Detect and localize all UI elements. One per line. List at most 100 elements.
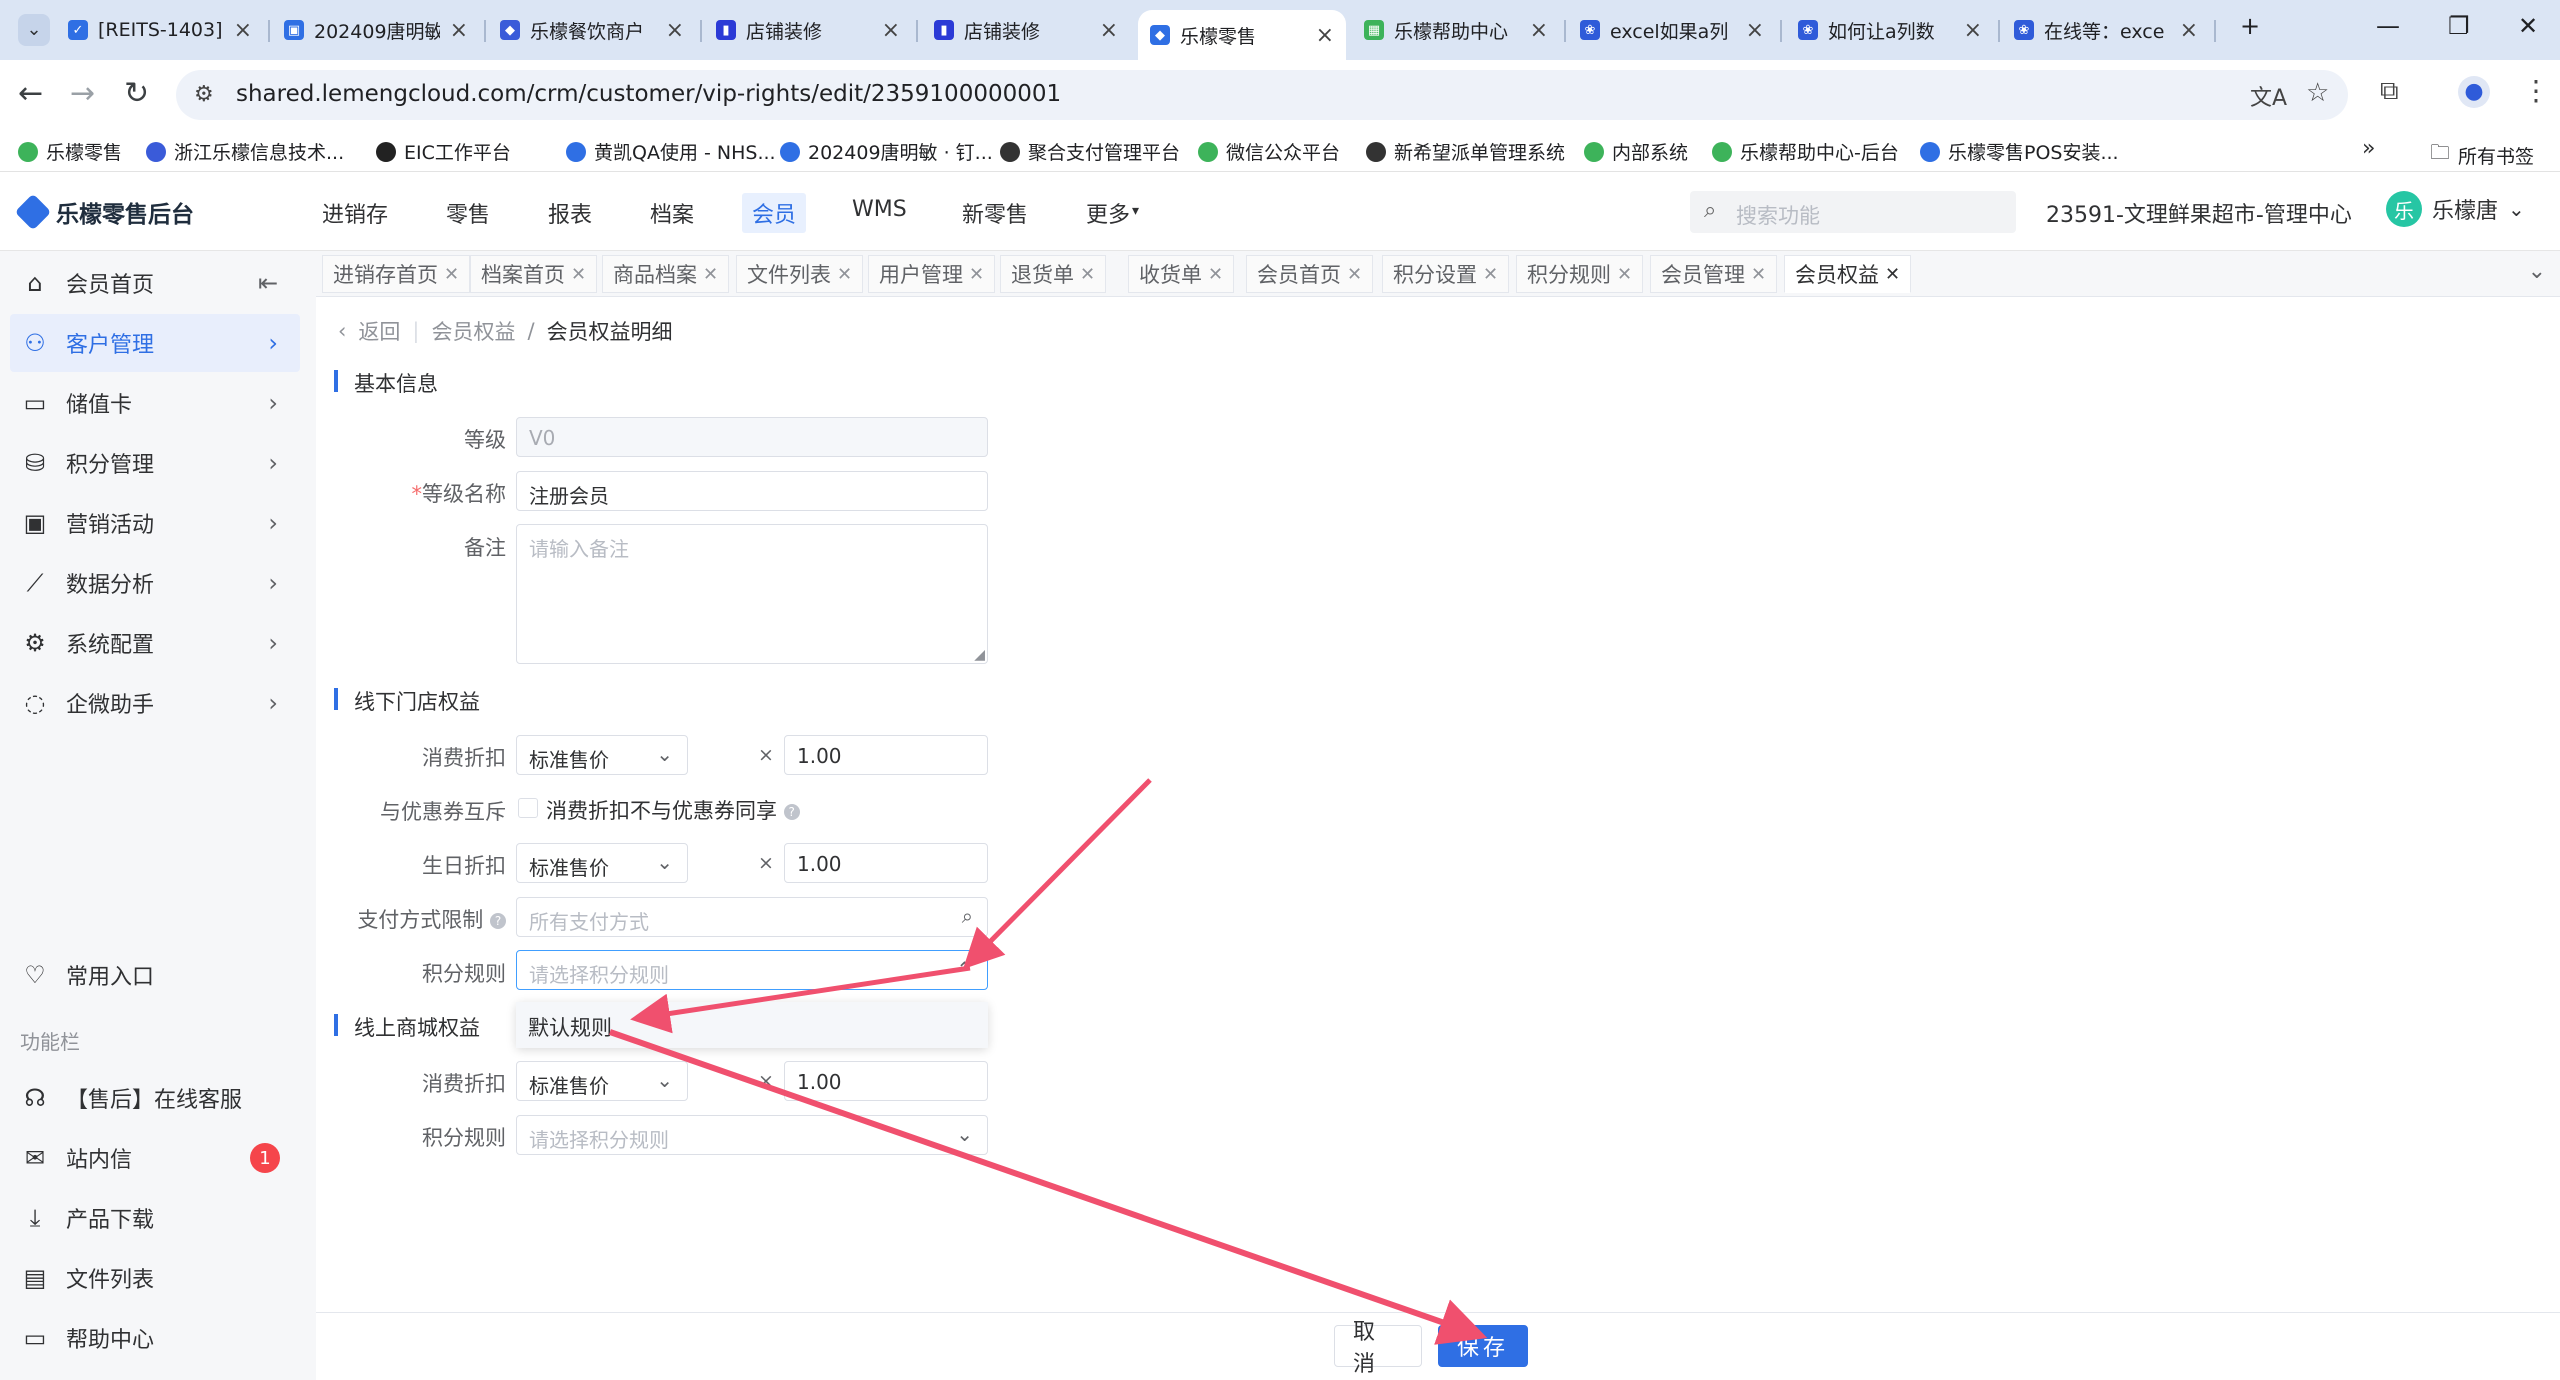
close-tab-icon[interactable]: ✕ [1347, 264, 1362, 285]
browser-tab[interactable]: ◆ 乐檬餐饮商户 × [488, 8, 696, 52]
content-tab[interactable]: 会员管理 ✕ [1650, 255, 1778, 293]
close-tab-icon[interactable]: × [882, 18, 900, 43]
sidebar-item[interactable]: ⚇ 客户管理 › [10, 314, 300, 372]
birthday-rate-input[interactable]: 1.00 [784, 843, 988, 883]
browser-tab[interactable]: ◆ 乐檬零售 × [1138, 10, 1346, 60]
tool-item[interactable]: ▤ 文件列表 [0, 1249, 300, 1307]
all-bookmarks[interactable]: 🗀 所有书签 [2430, 138, 2534, 172]
birthday-discount-select[interactable]: 标准售价 ⌄ [516, 843, 688, 883]
bookmark-item[interactable]: 微信公众平台 [1198, 138, 1340, 165]
help-icon[interactable]: ? [783, 804, 800, 820]
online-discount-rate-input[interactable]: 1.00 [784, 1061, 988, 1101]
content-tab[interactable]: 用户管理 ✕ [868, 255, 996, 293]
sidebar-item[interactable]: ⟋ 数据分析 › [0, 554, 300, 612]
function-search-input[interactable]: ⌕ 搜索功能 [1690, 191, 2016, 233]
top-menu-item[interactable]: 档案 [650, 197, 694, 229]
coupon-exclusive-text[interactable]: 消费折扣不与优惠券同享 ? [546, 795, 800, 825]
bookmark-item[interactable]: 新希望派单管理系统 [1366, 138, 1565, 165]
restore-button[interactable]: ❐ [2448, 12, 2470, 40]
content-tab[interactable]: 会员首页 ✕ [1246, 255, 1374, 293]
content-tab[interactable]: 收货单 ✕ [1128, 255, 1235, 293]
browser-tab[interactable]: ▣ 202409唐明敏 × [272, 8, 480, 52]
close-tab-icon[interactable]: ✕ [1208, 264, 1223, 285]
close-tab-icon[interactable]: × [666, 18, 684, 43]
bookmark-item[interactable]: 浙江乐檬信息技术... [146, 138, 344, 165]
bookmark-item[interactable]: 聚合支付管理平台 [1000, 138, 1180, 165]
back-chevron-icon[interactable]: ‹ [338, 319, 346, 343]
payment-method-select[interactable]: 所有支付方式 ⌕ [516, 897, 988, 937]
browser-tab[interactable]: ▮ 店铺装修 × [922, 8, 1130, 52]
tool-item[interactable]: ▭ 帮助中心 [0, 1309, 300, 1367]
save-button[interactable]: 保存 [1438, 1325, 1528, 1367]
profile-icon[interactable]: ● [2458, 76, 2490, 108]
translate-icon[interactable]: 文A [2250, 80, 2287, 112]
resize-handle-icon[interactable]: ◢ [974, 647, 985, 663]
app-logo[interactable]: 乐檬零售后台 [14, 193, 194, 231]
forward-arrow-icon[interactable]: → [70, 76, 95, 111]
browser-tab[interactable]: ✓ [REITS-1403] × [56, 8, 264, 52]
discount-select[interactable]: 标准售价 ⌄ [516, 735, 688, 775]
content-tab[interactable]: 档案首页 ✕ [470, 255, 598, 293]
top-menu-item[interactable]: 会员 [742, 193, 807, 233]
close-tab-icon[interactable]: ✕ [703, 264, 718, 285]
content-tab[interactable]: 商品档案 ✕ [602, 255, 730, 293]
breadcrumb-parent[interactable]: 会员权益 [431, 316, 515, 346]
close-tab-icon[interactable]: × [1530, 18, 1548, 43]
content-tab[interactable]: 积分设置 ✕ [1382, 255, 1510, 293]
level-name-field[interactable]: 注册会员 [516, 471, 988, 511]
bookmark-item[interactable]: 内部系统 [1584, 138, 1688, 165]
content-tab[interactable]: 文件列表 ✕ [736, 255, 864, 293]
close-tab-icon[interactable]: × [1746, 18, 1764, 43]
minimize-button[interactable]: — [2376, 12, 2400, 40]
tab-search-chevron-icon[interactable]: ⌄ [18, 14, 50, 46]
close-tab-icon[interactable]: ✕ [969, 264, 984, 285]
dropdown-option-default-rule[interactable]: 默认规则 [516, 1002, 988, 1048]
cancel-button[interactable]: 取消 [1334, 1320, 1422, 1377]
top-menu-item[interactable]: 更多 [1086, 197, 1130, 229]
close-tab-icon[interactable]: × [1316, 23, 1334, 48]
omnibox[interactable]: ⚙ shared.lemengcloud.com/crm/customer/vi… [176, 70, 2348, 120]
top-menu-item[interactable]: 新零售 [962, 197, 1028, 229]
content-tab[interactable]: 进销存首页 ✕ [322, 255, 471, 293]
close-tab-icon[interactable]: ✕ [837, 264, 852, 285]
favorites-entry[interactable]: ♡ 常用入口 [0, 946, 300, 1004]
online-discount-select[interactable]: 标准售价 ⌄ [516, 1061, 688, 1101]
browser-tab[interactable]: ▮ 店铺装修 × [704, 8, 912, 52]
browser-tab[interactable]: ❀ 在线等：exce × [2002, 8, 2210, 52]
new-tab-button[interactable]: + [2240, 12, 2260, 40]
top-menu-item[interactable]: 零售 [446, 197, 490, 229]
org-name[interactable]: 23591-文理鲜果超市-管理中心 [2046, 197, 2352, 229]
close-window-button[interactable]: ✕ [2518, 12, 2538, 40]
close-tab-icon[interactable]: × [1964, 18, 1982, 43]
tabs-more-chevron-icon[interactable]: ⌄ [2528, 259, 2546, 284]
sidebar-item[interactable]: ◌ 企微助手 › [0, 674, 300, 732]
close-tab-icon[interactable]: ✕ [1617, 264, 1632, 285]
close-tab-icon[interactable]: × [1100, 18, 1118, 43]
site-info-icon[interactable]: ⚙ [194, 82, 214, 107]
content-tab[interactable]: 退货单 ✕ [1000, 255, 1107, 293]
help-icon[interactable]: ? [490, 913, 506, 929]
browser-tab[interactable]: ❀ excel如果a列 × [1568, 8, 1776, 52]
close-tab-icon[interactable]: ✕ [1080, 264, 1095, 285]
url-text[interactable]: shared.lemengcloud.com/crm/customer/vip-… [236, 81, 1061, 107]
close-tab-icon[interactable]: × [2180, 18, 2198, 43]
collapse-sidebar-icon[interactable]: ⇤ [258, 269, 278, 297]
close-tab-icon[interactable]: ✕ [571, 264, 586, 285]
bookmark-star-icon[interactable]: ☆ [2306, 78, 2329, 108]
content-tab[interactable]: 积分规则 ✕ [1516, 255, 1644, 293]
points-rule-select[interactable]: 请选择积分规则 ⌃ [516, 950, 988, 990]
sidebar-item[interactable]: ⛁ 积分管理 › [0, 434, 300, 492]
sidebar-item[interactable]: ▣ 营销活动 › [0, 494, 300, 552]
bookmark-item[interactable]: 乐檬零售POS安装... [1920, 138, 2119, 165]
coupon-exclusive-checkbox[interactable] [518, 798, 538, 818]
close-tab-icon[interactable]: ✕ [444, 264, 459, 285]
user-menu[interactable]: 乐 乐檬唐 ⌄ [2386, 191, 2525, 227]
bookmark-item[interactable]: 乐檬零售 [18, 138, 122, 165]
discount-rate-input[interactable]: 1.00 [784, 735, 988, 775]
sidebar-item[interactable]: ⚙ 系统配置 › [0, 614, 300, 672]
bookmark-item[interactable]: 202409唐明敏 · 钉... [780, 138, 993, 165]
close-tab-icon[interactable]: ✕ [1751, 264, 1766, 285]
sidebar-item[interactable]: ▭ 储值卡 › [0, 374, 300, 432]
close-tab-icon[interactable]: × [234, 18, 252, 43]
remark-textarea[interactable]: 请输入备注 ◢ [516, 524, 988, 664]
